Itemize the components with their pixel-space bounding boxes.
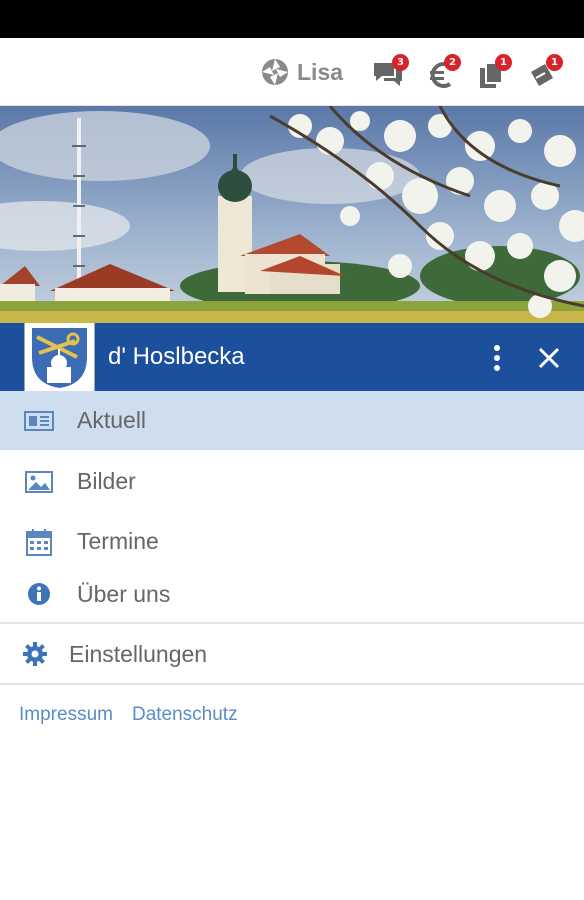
menu-item-einstellungen[interactable]: Einstellungen [0,625,584,683]
app-title: d' Hoslbecka [108,343,245,370]
menu-item-bilder[interactable]: Bilder [0,452,584,511]
banner-image [0,106,584,324]
messages-button[interactable]: 3 [372,54,412,92]
status-bar [0,0,584,38]
documents-button[interactable]: 1 [478,54,518,92]
app-header: d' Hoslbecka [0,323,584,391]
menu-item-label: Bilder [77,468,136,494]
newspaper-icon [24,406,54,436]
image-icon [24,467,54,497]
close-button[interactable] [534,343,564,373]
divider [0,622,584,624]
calendar-icon [24,527,54,557]
tickets-badge: 1 [546,54,563,71]
menu-item-label: Einstellungen [69,640,208,667]
menu-item-label: Aktuell [77,407,147,433]
tickets-button[interactable]: 1 [527,54,567,92]
divider [0,683,584,685]
close-icon [538,347,560,369]
top-bar: Lisa 3 2 1 1 [0,38,584,106]
menu-item-ueber-uns[interactable]: Über uns [0,566,584,622]
more-vertical-icon [494,345,500,371]
menu-item-aktuell[interactable]: Aktuell [0,391,584,450]
user-logo-icon [262,59,288,85]
more-options-button[interactable] [485,343,509,373]
footer-links: Impressum Datenschutz [19,704,238,726]
info-icon [24,579,54,609]
payments-button[interactable]: 2 [428,54,468,92]
messages-badge: 3 [392,54,409,71]
crest-logo [24,323,95,391]
documents-badge: 1 [495,54,512,71]
menu-item-label: Über uns [77,580,171,607]
menu-item-label: Termine [77,528,159,554]
user-profile-button[interactable]: Lisa [260,56,343,88]
payments-badge: 2 [444,54,461,71]
gear-icon [20,639,50,669]
datenschutz-link[interactable]: Datenschutz [132,704,238,726]
impressum-link[interactable]: Impressum [19,704,113,726]
menu-item-termine[interactable]: Termine [0,512,584,571]
user-name: Lisa [297,58,344,85]
